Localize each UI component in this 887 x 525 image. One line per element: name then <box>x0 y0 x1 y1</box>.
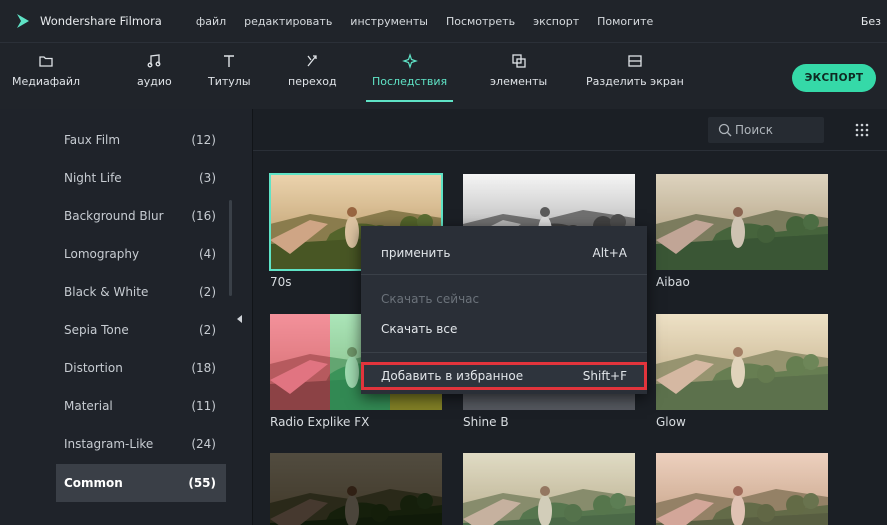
effect-label: Shine B <box>463 415 509 429</box>
menu-export[interactable]: экспорт <box>533 15 579 28</box>
effect-label: Radio Explike FX <box>270 415 370 429</box>
active-tab-underline <box>366 100 454 102</box>
tab-transitions[interactable]: переход <box>288 53 337 88</box>
sidebar-item-label: Night Life <box>64 171 122 185</box>
menu-help[interactable]: Помогите <box>597 15 653 28</box>
split-screen-icon <box>628 55 642 67</box>
menu-item-download-now: Скачать сейчас <box>381 292 627 306</box>
sidebar-item-night-life[interactable]: Night Life (3) <box>56 159 226 197</box>
tab-titles-label: Титулы <box>208 75 251 88</box>
sidebar-item-count: (55) <box>188 476 216 490</box>
text-t-icon <box>224 55 235 67</box>
sidebar-item-black-white[interactable]: Black & White (2) <box>56 273 226 311</box>
effect-thumbnail-aibao[interactable] <box>656 174 828 270</box>
tab-effects-label: Последствия <box>372 75 448 88</box>
sidebar-item-label: Distortion <box>64 361 123 375</box>
effect-thumbnail[interactable] <box>656 453 828 525</box>
sidebar-item-background-blur[interactable]: Background Blur (16) <box>56 197 226 235</box>
collapse-sidebar-icon[interactable] <box>237 315 242 323</box>
music-note-icon <box>147 54 161 68</box>
sidebar-item-common[interactable]: Common (55) <box>56 464 226 502</box>
tab-elements[interactable]: элементы <box>490 53 547 88</box>
project-title: Без <box>860 14 881 28</box>
sidebar-item-material[interactable]: Material (11) <box>56 387 226 425</box>
export-button[interactable]: ЭКСПОРТ <box>792 64 876 92</box>
grid-view-icon[interactable] <box>855 123 869 137</box>
sidebar-item-label: Instagram-Like <box>64 437 154 451</box>
sidebar-item-count: (18) <box>191 361 216 375</box>
search-input[interactable]: Поиск <box>708 117 824 143</box>
sidebar-item-count: (16) <box>191 209 216 223</box>
sidebar-item-count: (4) <box>199 247 216 261</box>
effect-preview-image <box>656 453 828 525</box>
effect-thumbnail[interactable] <box>270 453 442 525</box>
sidebar-item-count: (11) <box>191 399 216 413</box>
sidebar-scrollbar[interactable] <box>229 200 232 296</box>
menu-file[interactable]: файл <box>196 15 226 28</box>
sidebar-item-lomography[interactable]: Lomography (4) <box>56 235 226 273</box>
menu-divider <box>361 274 647 275</box>
sidebar-item-faux-film[interactable]: Faux Film (12) <box>56 121 226 159</box>
sidebar-item-instagram-like[interactable]: Instagram-Like (24) <box>56 425 226 463</box>
effect-preview-image <box>656 314 828 410</box>
effect-preview-image <box>656 174 828 270</box>
menu-item-add-to-favorites[interactable]: Добавить в избранное Shift+F <box>381 369 627 383</box>
menu-bar: Wondershare Filmora файл редактировать и… <box>0 0 887 42</box>
menu-item-apply[interactable]: применить Alt+A <box>381 246 627 260</box>
content-divider <box>253 150 887 151</box>
sidebar-item-sepia-tone[interactable]: Sepia Tone (2) <box>56 311 226 349</box>
menu-divider <box>361 352 647 353</box>
sidebar-item-count: (2) <box>199 285 216 299</box>
menu-item-shortcut: Alt+A <box>592 246 627 260</box>
menu-item-label: Скачать сейчас <box>381 292 480 306</box>
sidebar-item-label: Background Blur <box>64 209 164 223</box>
folder-icon <box>39 56 53 67</box>
tab-media-label: Медиафайл <box>12 75 81 88</box>
effect-label: Aibao <box>656 275 690 289</box>
effect-preview-image <box>463 453 635 525</box>
sidebar-item-count: (2) <box>199 323 216 337</box>
menu-item-label: применить <box>381 246 451 260</box>
sidebar-item-count: (12) <box>191 133 216 147</box>
menu-item-download-all[interactable]: Скачать все <box>381 322 627 336</box>
sidebar-item-count: (24) <box>191 437 216 451</box>
tab-media[interactable]: Медиафайл <box>12 53 80 88</box>
menu-item-shortcut: Shift+F <box>582 369 627 383</box>
transition-icon <box>307 55 317 67</box>
effect-preview-image <box>270 453 442 525</box>
tab-audio-label: аудио <box>137 75 172 88</box>
tab-elements-label: элементы <box>490 75 548 88</box>
menu-item-label: Добавить в избранное <box>381 369 524 383</box>
filmora-logo-icon <box>17 14 29 28</box>
tab-effects[interactable]: Последствия <box>366 53 454 102</box>
sidebar-item-label: Common <box>64 476 123 490</box>
sidebar-item-distortion[interactable]: Distortion (18) <box>56 349 226 387</box>
context-menu: применить Alt+A Скачать сейчас Скачать в… <box>361 226 647 394</box>
menu-edit[interactable]: редактировать <box>244 15 332 28</box>
sidebar-item-count: (3) <box>199 171 216 185</box>
tab-titles[interactable]: Титулы <box>208 53 251 88</box>
tab-transitions-label: переход <box>288 75 337 88</box>
sidebar-item-label: Material <box>64 399 113 413</box>
search-icon <box>718 123 732 137</box>
effect-thumbnail-glow[interactable] <box>656 314 828 410</box>
sidebar-item-label: Black & White <box>64 285 149 299</box>
sparkle-icon <box>401 53 418 69</box>
sidebar-item-label: Faux Film <box>64 133 121 147</box>
sidebar-item-label: Lomography <box>64 247 140 261</box>
effect-thumbnail[interactable] <box>463 453 635 525</box>
sidebar-item-label: Sepia Tone <box>64 323 129 337</box>
layers-icon <box>511 54 526 68</box>
effect-label: 70s <box>270 275 292 289</box>
tab-split-screen-label: Разделить экран <box>586 75 684 88</box>
search-placeholder: Поиск <box>735 123 774 137</box>
menu-item-label: Скачать все <box>381 322 458 336</box>
app-name: Wondershare Filmora <box>40 14 162 28</box>
toolbar: Медиафайл аудио Титулы переход Последств… <box>0 42 887 110</box>
menu-view[interactable]: Посмотреть <box>446 15 515 28</box>
tab-split-screen[interactable]: Разделить экран <box>586 53 684 88</box>
menu-tools[interactable]: инструменты <box>350 15 428 28</box>
effect-label: Glow <box>656 415 686 429</box>
tab-audio[interactable]: аудио <box>137 53 172 88</box>
